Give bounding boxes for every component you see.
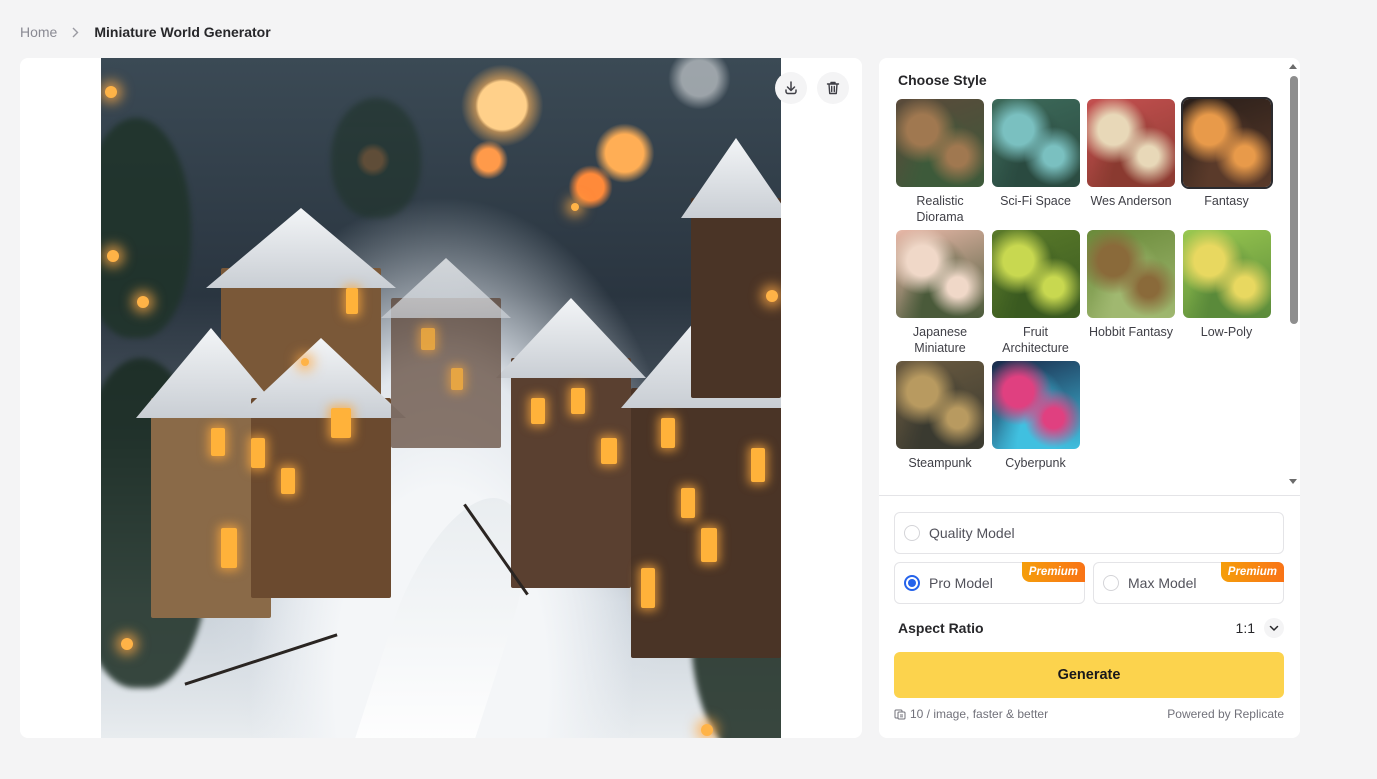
scroll-up-arrow-icon[interactable] bbox=[1289, 64, 1297, 69]
coins-icon bbox=[894, 709, 906, 720]
breadcrumb-home-link[interactable]: Home bbox=[20, 24, 57, 40]
style-label: Fantasy bbox=[1204, 194, 1249, 208]
model-label: Max Model bbox=[1128, 575, 1197, 591]
style-scrollbar[interactable] bbox=[1286, 58, 1300, 496]
powered-by-text: Powered by Replicate bbox=[1167, 707, 1284, 721]
scroll-thumb[interactable] bbox=[1290, 76, 1298, 324]
style-thumbnail[interactable] bbox=[896, 99, 984, 187]
style-label: Fruit Architecture bbox=[1002, 325, 1069, 355]
style-label: Realistic Diorama bbox=[916, 194, 964, 224]
style-label: Wes Anderson bbox=[1090, 194, 1172, 208]
choose-style-heading: Choose Style bbox=[898, 72, 987, 88]
style-thumbnail[interactable] bbox=[1182, 230, 1271, 318]
model-label: Pro Model bbox=[929, 575, 993, 591]
style-label: Hobbit Fantasy bbox=[1088, 325, 1174, 339]
aspect-ratio-label: Aspect Ratio bbox=[898, 620, 984, 636]
style-option[interactable]: Fantasy bbox=[1180, 97, 1273, 209]
style-thumbnail[interactable] bbox=[991, 230, 1080, 318]
style-label: Cyberpunk bbox=[1005, 456, 1066, 470]
style-option[interactable]: Hobbit Fantasy bbox=[1086, 230, 1176, 340]
model-option-pro[interactable]: Pro Model Premium bbox=[894, 562, 1085, 604]
chevron-right-icon bbox=[70, 27, 80, 37]
style-label: Steampunk bbox=[908, 456, 972, 470]
style-label: Japanese Miniature bbox=[912, 325, 968, 355]
credit-cost: 10 / image, faster & better bbox=[894, 707, 1048, 721]
style-option[interactable]: Realistic Diorama bbox=[895, 99, 985, 225]
aspect-ratio-row: Aspect Ratio 1:1 bbox=[898, 618, 1284, 638]
breadcrumb: Home Miniature World Generator bbox=[20, 22, 271, 42]
style-label: Low-Poly bbox=[1200, 325, 1253, 339]
model-label: Quality Model bbox=[929, 525, 1015, 541]
pro-model-radio[interactable] bbox=[904, 575, 920, 591]
style-thumbnail[interactable] bbox=[896, 361, 984, 449]
style-thumbnail[interactable] bbox=[896, 230, 984, 318]
style-thumbnail[interactable] bbox=[1180, 97, 1273, 189]
aspect-ratio-select[interactable]: 1:1 bbox=[1236, 618, 1284, 638]
style-thumbnail[interactable] bbox=[991, 361, 1080, 449]
page-title: Miniature World Generator bbox=[94, 24, 271, 40]
aspect-ratio-value: 1:1 bbox=[1235, 620, 1255, 636]
delete-button[interactable] bbox=[817, 72, 849, 104]
style-option[interactable]: Sci-Fi Space bbox=[991, 99, 1081, 209]
generated-image bbox=[101, 58, 781, 738]
style-option[interactable]: Wes Anderson bbox=[1086, 99, 1176, 209]
style-option[interactable]: Japanese Miniature bbox=[895, 230, 985, 356]
style-option[interactable]: Fruit Architecture bbox=[991, 230, 1081, 356]
style-option[interactable]: Low-Poly bbox=[1182, 230, 1272, 340]
download-icon bbox=[785, 81, 797, 95]
style-thumbnail[interactable] bbox=[1087, 230, 1175, 318]
style-label: Sci-Fi Space bbox=[1000, 194, 1071, 208]
settings-panel: Choose Style Realistic Diorama Sci-Fi Spa… bbox=[879, 58, 1300, 738]
footer-info: 10 / image, faster & better Powered by R… bbox=[894, 706, 1284, 722]
max-model-radio[interactable] bbox=[1103, 575, 1119, 591]
quality-model-radio[interactable] bbox=[904, 525, 920, 541]
model-option-quality[interactable]: Quality Model bbox=[894, 512, 1284, 554]
chevron-down-icon[interactable] bbox=[1264, 618, 1284, 638]
preview-panel bbox=[20, 58, 862, 738]
style-thumbnail[interactable] bbox=[1087, 99, 1175, 187]
style-thumbnail[interactable] bbox=[991, 99, 1080, 187]
model-option-max[interactable]: Max Model Premium bbox=[1093, 562, 1284, 604]
download-button[interactable] bbox=[775, 72, 807, 104]
generate-button[interactable]: Generate bbox=[894, 652, 1284, 698]
credit-cost-text: 10 / image, faster & better bbox=[910, 707, 1049, 721]
style-picker: Choose Style Realistic Diorama Sci-Fi Spa… bbox=[879, 58, 1300, 496]
style-option[interactable]: Steampunk bbox=[895, 361, 985, 471]
premium-badge: Premium bbox=[1021, 562, 1085, 582]
style-option[interactable]: Cyberpunk bbox=[991, 361, 1081, 471]
scroll-down-arrow-icon[interactable] bbox=[1289, 479, 1297, 484]
trash-icon bbox=[826, 81, 840, 95]
premium-badge: Premium bbox=[1220, 562, 1284, 582]
section-divider bbox=[879, 495, 1300, 496]
